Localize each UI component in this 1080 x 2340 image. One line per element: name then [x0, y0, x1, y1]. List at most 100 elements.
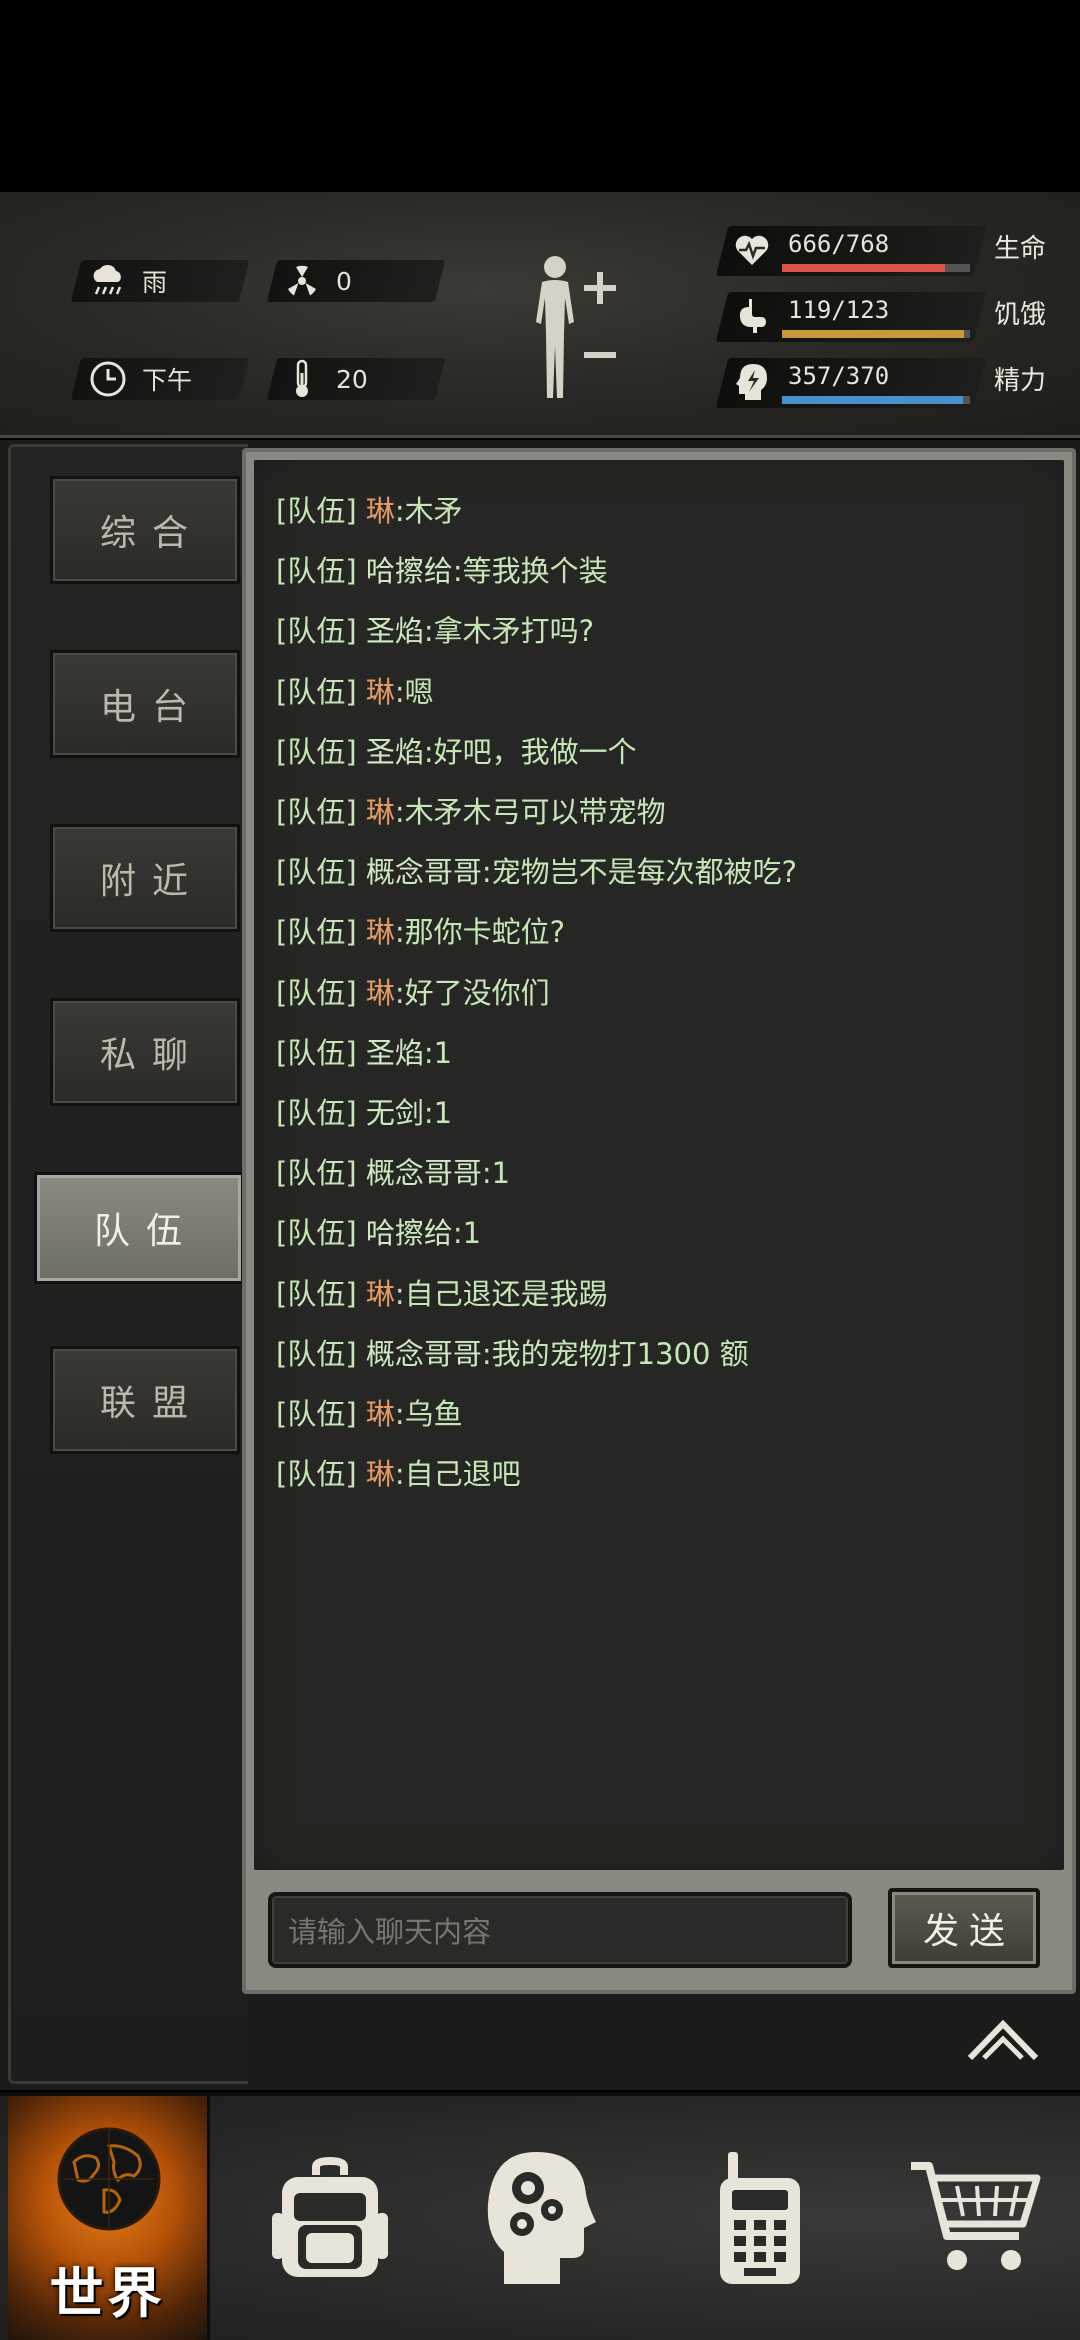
message-sender[interactable]: 琳: [366, 915, 395, 949]
chat-input[interactable]: 请输入聊天内容: [268, 1892, 852, 1968]
chat-message: [队伍] 圣焰:好吧，我做一个: [276, 729, 637, 771]
message-sender[interactable]: 哈擦给: [366, 554, 453, 588]
globe-icon: [54, 2124, 164, 2238]
weather-indicator: 雨: [88, 260, 167, 302]
message-text: :自己退吧: [394, 1457, 521, 1492]
message-sender[interactable]: 琳: [366, 795, 395, 829]
message-sender[interactable]: 圣焰: [366, 735, 424, 769]
message-channel: [队伍]: [276, 855, 357, 890]
message-sender[interactable]: 琳: [366, 494, 395, 528]
chat-message: [队伍] 概念哥哥:我的宠物打1300 额: [276, 1331, 749, 1373]
message-sender[interactable]: 概念哥哥: [366, 1156, 482, 1190]
body-figure-icon: [520, 252, 630, 406]
message-channel: [队伍]: [276, 554, 357, 589]
walkie-talkie-icon: [714, 2148, 806, 2292]
thermometer-icon: [282, 359, 322, 399]
hunger-bar: [782, 330, 970, 338]
weather-label: 雨: [142, 268, 168, 297]
head-gears-icon: [484, 2148, 596, 2292]
message-channel: [队伍]: [276, 1336, 357, 1371]
collapse-button[interactable]: [966, 2014, 1040, 2066]
message-channel: [队伍]: [276, 1156, 357, 1191]
energy-value: 357/370: [788, 362, 890, 390]
message-list[interactable]: [队伍] 琳:木矛 [队伍] 哈擦给:等我换个装 [队伍] 圣焰:拿木矛打吗? [队伍…: [254, 460, 1064, 1870]
radiation-indicator: 0: [282, 260, 352, 302]
clock-icon: [88, 359, 128, 399]
chat-message: [队伍] 琳:木矛: [276, 488, 463, 530]
message-text: :1: [423, 1035, 453, 1070]
chat-message: [队伍] 圣焰:拿木矛打吗?: [276, 608, 594, 650]
chat-message: [队伍] 概念哥哥:宠物岂不是每次都被吃?: [276, 849, 797, 891]
tab-private[interactable]: 私聊: [50, 998, 240, 1106]
chat-message: [队伍] 琳:好了没你们: [276, 970, 550, 1012]
energy-bar-fill: [782, 396, 964, 404]
body-status-button[interactable]: [520, 252, 630, 402]
message-text: :1: [423, 1096, 453, 1130]
radiation-value: 0: [336, 266, 352, 296]
message-sender[interactable]: 无剑: [366, 1096, 424, 1130]
heart-pulse-icon: [732, 230, 772, 270]
nav-radio[interactable]: [700, 2096, 820, 2340]
chat-message: [队伍] 琳:木矛木弓可以带宠物: [276, 789, 666, 831]
tab-alliance[interactable]: 联盟: [50, 1346, 240, 1454]
message-sender[interactable]: 概念哥哥: [366, 855, 482, 889]
temperature-indicator: 20: [282, 358, 368, 400]
nav-shop[interactable]: [900, 2096, 1050, 2340]
message-text: :1: [452, 1216, 482, 1251]
backpack-icon: [272, 2153, 388, 2287]
hunger-bar-fill: [782, 330, 964, 338]
message-channel: [队伍]: [276, 1276, 357, 1311]
tab-general[interactable]: 综合: [50, 476, 240, 584]
shopping-cart-icon: [907, 2158, 1043, 2282]
message-text: :木矛: [394, 494, 463, 528]
health-value: 666/768: [788, 230, 890, 258]
message-sender[interactable]: 概念哥哥: [366, 1337, 482, 1371]
bottom-nav: 世界: [0, 2092, 1080, 2340]
tab-nearby[interactable]: 附近: [50, 824, 240, 932]
send-button[interactable]: 发送: [888, 1888, 1040, 1968]
hunger-stat: 119/123 饥饿: [732, 292, 1052, 346]
chat-message: [队伍] 哈擦给:等我换个装: [276, 548, 608, 590]
time-indicator: 下午: [88, 358, 192, 400]
chat-message: [队伍] 哈擦给:1: [276, 1210, 481, 1252]
message-text: :嗯: [394, 674, 434, 709]
chat-message: [队伍] 琳:乌鱼: [276, 1391, 463, 1433]
chat-message: [队伍] 琳:自己退还是我踢: [276, 1271, 608, 1313]
radiation-icon: [282, 261, 322, 301]
message-text: :木矛木弓可以带宠物: [394, 795, 666, 829]
stomach-icon: [732, 296, 772, 336]
message-channel: [队伍]: [276, 674, 357, 709]
message-channel: [队伍]: [276, 1216, 357, 1251]
message-text: :我的宠物打1300 额: [481, 1336, 749, 1371]
message-channel: [队伍]: [276, 1035, 357, 1070]
health-bar: [782, 264, 970, 272]
chat-panel: [队伍] 琳:木矛 [队伍] 哈擦给:等我换个装 [队伍] 圣焰:拿木矛打吗? [队伍…: [242, 448, 1076, 1994]
rain-cloud-icon: [88, 261, 128, 301]
message-channel: [队伍]: [276, 975, 357, 1010]
nav-backpack[interactable]: [250, 2096, 410, 2340]
health-bar-fill: [782, 264, 945, 272]
message-sender[interactable]: 琳: [366, 976, 395, 1010]
chat-message: [队伍] 琳:自己退吧: [276, 1451, 521, 1493]
tab-radio[interactable]: 电台: [50, 650, 240, 758]
message-sender[interactable]: 哈擦给: [366, 1216, 453, 1250]
message-channel: [队伍]: [276, 915, 357, 950]
message-text: :1: [481, 1156, 511, 1191]
nav-skills[interactable]: [470, 2096, 610, 2340]
nav-world[interactable]: 世界: [8, 2096, 210, 2340]
message-text: :好吧，我做一个: [423, 734, 637, 769]
message-channel: [队伍]: [276, 1096, 357, 1130]
message-sender[interactable]: 琳: [366, 1397, 395, 1431]
tab-team[interactable]: 队伍: [34, 1172, 244, 1284]
message-sender[interactable]: 琳: [366, 1457, 395, 1491]
message-text: :拿木矛打吗?: [423, 614, 595, 649]
message-text: :好了没你们: [394, 975, 550, 1010]
energy-stat: 357/370 精力: [732, 358, 1052, 412]
message-sender[interactable]: 圣焰: [366, 614, 424, 648]
message-sender[interactable]: 琳: [366, 675, 395, 709]
message-text: :宠物岂不是每次都被吃?: [481, 855, 798, 890]
message-sender[interactable]: 圣焰: [366, 1036, 424, 1070]
message-sender[interactable]: 琳: [366, 1277, 395, 1311]
message-channel: [队伍]: [276, 1457, 357, 1492]
temperature-value: 20: [336, 364, 368, 394]
